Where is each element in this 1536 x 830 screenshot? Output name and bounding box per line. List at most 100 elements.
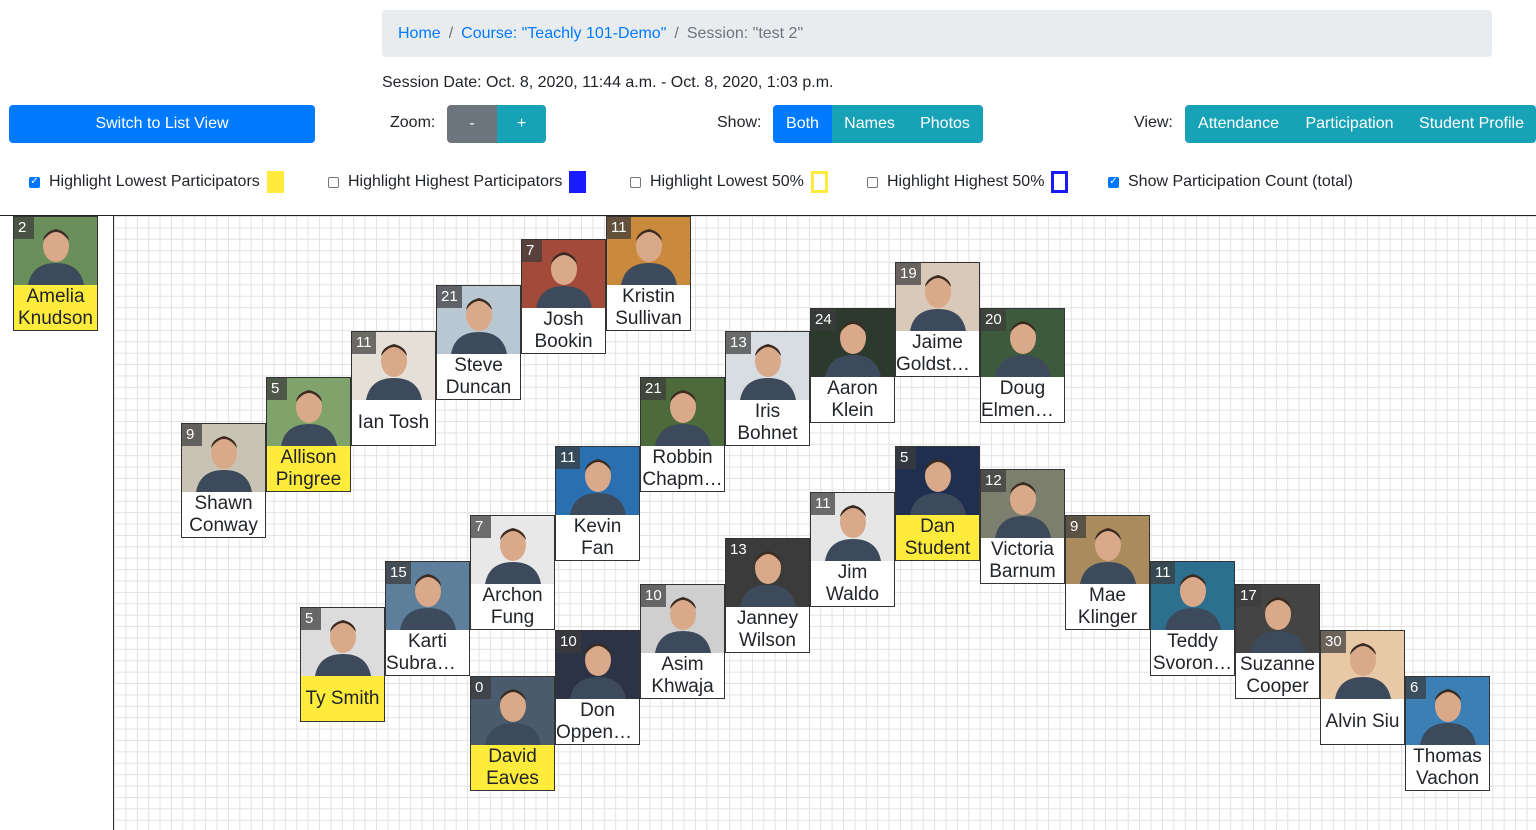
student-card[interactable]: 11 Ian Tosh: [351, 331, 436, 446]
checkbox-icon[interactable]: ✓: [29, 176, 40, 188]
student-card[interactable]: 19 Jaime Goldste…: [895, 262, 980, 377]
student-name: Mae Klinger: [1066, 584, 1149, 629]
switch-to-list-view-button[interactable]: Switch to List View: [9, 105, 315, 143]
student-last-name: Knudson: [17, 307, 93, 329]
student-name: Jaime Goldste…: [896, 331, 979, 376]
student-last-name: Elmend…: [981, 399, 1064, 421]
student-card[interactable]: 9 Mae Klinger: [1065, 515, 1150, 630]
student-first-name: Allison: [280, 446, 337, 468]
student-card[interactable]: 20 Doug Elmend…: [980, 308, 1065, 423]
zoom-in-button[interactable]: +: [497, 105, 546, 143]
student-card[interactable]: 30 Alvin Siu: [1320, 630, 1405, 745]
student-last-name: Fan: [581, 537, 614, 559]
checkbox-icon[interactable]: [867, 176, 878, 188]
participation-count-badge: 5: [301, 608, 321, 630]
student-first-name: Dan: [920, 515, 955, 537]
student-last-name: Conway: [189, 514, 258, 536]
checkbox-label: Show Participation Count (total): [1128, 173, 1353, 190]
student-card[interactable]: 24 Aaron Klein: [810, 308, 895, 423]
student-card[interactable]: 13 Janney Wilson: [725, 538, 810, 653]
breadcrumb-course-link[interactable]: Course: "Teachly 101-Demo": [461, 25, 666, 43]
student-card[interactable]: 5 Ty Smith: [300, 607, 385, 722]
student-first-name: Iris: [754, 400, 781, 422]
participation-count-badge: 5: [896, 447, 916, 469]
student-first-name: Jaime: [912, 331, 963, 353]
student-name: Kristin Sullivan: [607, 285, 690, 330]
student-last-name: Subram…: [386, 652, 469, 674]
student-card[interactable]: 9 Shawn Conway: [181, 423, 266, 538]
student-last-name: Pingree: [275, 468, 342, 490]
student-card[interactable]: 15 Karti Subram…: [385, 561, 470, 676]
student-card[interactable]: 21 Robbin Chapm…: [640, 377, 725, 492]
view-student-profile-button[interactable]: Student Profile: [1407, 105, 1536, 143]
participation-count-badge: 0: [471, 677, 491, 699]
student-first-name: Aaron: [827, 377, 878, 399]
zoom-out-button[interactable]: -: [447, 105, 497, 143]
view-participation-button[interactable]: Participation: [1292, 105, 1407, 143]
student-card[interactable]: 13 Iris Bohnet: [725, 331, 810, 446]
student-card[interactable]: 6 Thomas Vachon: [1405, 676, 1490, 791]
student-card[interactable]: 5 Dan Student: [895, 446, 980, 561]
student-card[interactable]: 17 Suzanne Cooper: [1235, 584, 1320, 699]
participation-count-badge: 11: [1151, 562, 1175, 584]
participation-count-badge: 11: [607, 217, 631, 239]
student-first-name: Asim: [661, 653, 704, 675]
checkbox-label: Highlight Highest 50%: [887, 173, 1045, 190]
participation-count-badge: 7: [471, 516, 491, 538]
checkbox-icon[interactable]: ✓: [1108, 176, 1119, 188]
student-card[interactable]: 21 Steve Duncan: [436, 285, 521, 400]
show-both-button[interactable]: Both: [773, 105, 832, 143]
student-first-name: Robbin: [652, 446, 713, 468]
participation-count-badge: 19: [896, 263, 921, 285]
student-last-name: Khwaja: [651, 675, 714, 697]
student-card[interactable]: 2 Amelia Knudson: [13, 216, 98, 331]
student-card[interactable]: 11 Teddy Svoron…: [1150, 561, 1235, 676]
student-name: Ian Tosh: [352, 400, 435, 445]
show-participation-count-checkbox[interactable]: ✓ Show Participation Count (total): [1108, 170, 1353, 194]
highlight-lowest-50-checkbox[interactable]: Highlight Lowest 50%: [630, 170, 828, 194]
student-name: Steve Duncan: [437, 354, 520, 399]
view-button-group: Attendance Participation Student Profile: [1185, 105, 1536, 143]
student-card[interactable]: 0 David Eaves: [470, 676, 555, 791]
highlight-highest-participators-checkbox[interactable]: Highlight Highest Participators: [328, 170, 587, 194]
student-card[interactable]: 10 Don Oppenh…: [555, 630, 640, 745]
show-names-button[interactable]: Names: [832, 105, 907, 143]
show-label: Show:: [717, 114, 762, 131]
student-card[interactable]: 7 Archon Fung: [470, 515, 555, 630]
breadcrumb-current-session: Session: "test 2": [686, 24, 804, 42]
view-label: View:: [1134, 114, 1173, 131]
student-name: Robbin Chapm…: [641, 446, 724, 491]
view-attendance-button[interactable]: Attendance: [1185, 105, 1292, 143]
student-last-name: Goldste…: [896, 353, 979, 375]
yellow-outline-swatch: [810, 171, 828, 193]
student-name: Don Oppenh…: [556, 699, 639, 744]
student-card[interactable]: 5 Allison Pingree: [266, 377, 351, 492]
student-card[interactable]: 11 Kevin Fan: [555, 446, 640, 561]
student-name: Ty Smith: [301, 676, 384, 721]
highlight-lowest-participators-checkbox[interactable]: ✓ Highlight Lowest Participators: [29, 170, 284, 194]
student-name: Archon Fung: [471, 584, 554, 629]
show-button-group: Both Names Photos: [773, 105, 983, 143]
student-name: Aaron Klein: [811, 377, 894, 422]
student-card[interactable]: 11 Jim Waldo: [810, 492, 895, 607]
student-first-name: Josh: [543, 308, 584, 330]
breadcrumb: Home / Course: "Teachly 101-Demo" / Sess…: [382, 10, 1492, 57]
student-first-name: David: [488, 745, 537, 767]
participation-count-badge: 7: [522, 240, 542, 262]
student-first-name: Kristin: [622, 285, 675, 307]
participation-count-badge: 9: [1066, 516, 1086, 538]
student-last-name: Oppenh…: [556, 721, 639, 743]
highlight-highest-50-checkbox[interactable]: Highlight Highest 50%: [867, 170, 1069, 194]
participation-count-badge: 17: [1236, 585, 1261, 607]
student-card[interactable]: 11 Kristin Sullivan: [606, 216, 691, 331]
show-photos-button[interactable]: Photos: [907, 105, 983, 143]
student-card[interactable]: 12 Victoria Barnum: [980, 469, 1065, 584]
checkbox-icon[interactable]: [630, 176, 641, 188]
student-first-name: Shawn: [194, 492, 253, 514]
student-card[interactable]: 10 Asim Khwaja: [640, 584, 725, 699]
student-first-name: Teddy: [1167, 630, 1218, 652]
breadcrumb-home-link[interactable]: Home: [398, 25, 441, 43]
student-card[interactable]: 7 Josh Bookin: [521, 239, 606, 354]
checkbox-icon[interactable]: [328, 176, 339, 188]
student-first-name: Archon: [482, 584, 543, 606]
